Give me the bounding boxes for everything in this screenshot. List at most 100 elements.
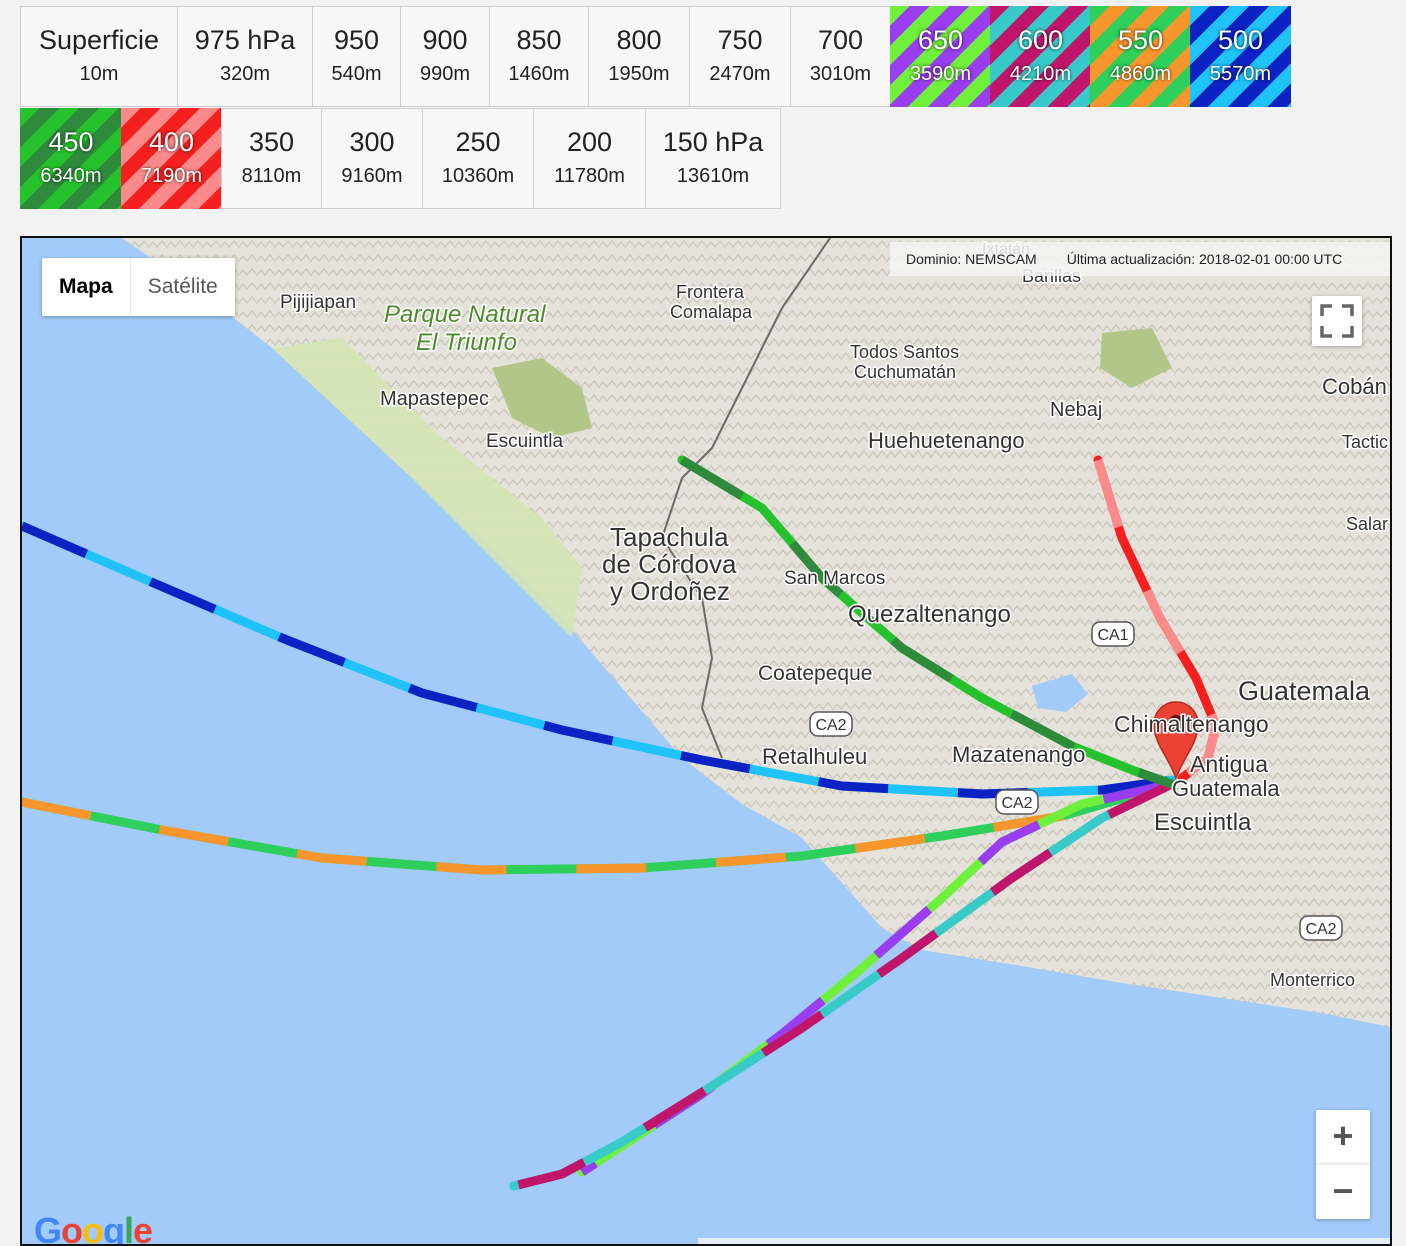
level-button[interactable]: 200 11780m xyxy=(533,108,646,209)
level-pressure-label: 975 hPa xyxy=(194,24,296,55)
place-label: Mazatenango xyxy=(952,742,1085,767)
level-pressure-label: 700 xyxy=(817,24,864,55)
level-button[interactable]: Superficie 10m xyxy=(20,6,178,107)
highway-shield: CA2 xyxy=(809,711,853,737)
level-button[interactable]: 700 3010m xyxy=(790,6,891,107)
level-height-label: 11780m xyxy=(554,164,625,187)
fullscreen-icon xyxy=(1320,304,1354,338)
level-pressure-label: 150 hPa xyxy=(662,126,764,157)
level-button[interactable]: 250 10360m xyxy=(422,108,534,209)
place-label: Escuintla xyxy=(1154,809,1252,836)
level-pressure-label: 450 xyxy=(48,126,94,157)
level-height-label: 13610m xyxy=(676,164,750,187)
level-pressure-label: 500 xyxy=(1217,24,1264,55)
place-label: y Ordoñez xyxy=(610,576,730,606)
trajectory-map[interactable]: Pijijiapan Frontera Comalapa Todos Santos Cu… xyxy=(20,236,1392,1246)
level-pressure-label: 600 xyxy=(1017,24,1064,55)
map-type-satellite-button[interactable]: Satélite xyxy=(131,258,235,316)
level-height-label: 5570m xyxy=(1209,62,1272,85)
place-label: Salar xyxy=(1346,514,1388,534)
highway-shield-label: CA2 xyxy=(1001,795,1032,812)
level-height-label: 320m xyxy=(219,62,271,85)
level-button[interactable]: 300 9160m xyxy=(321,108,423,209)
level-button[interactable]: 500 5570m xyxy=(1190,6,1291,107)
level-height-label: 9160m xyxy=(341,164,403,187)
level-pressure-label: 300 xyxy=(349,126,395,157)
level-button[interactable]: 550 4860m xyxy=(1090,6,1191,107)
zoom-in-button[interactable]: + xyxy=(1316,1110,1370,1164)
place-label: Comalapa xyxy=(670,302,753,322)
place-label: Antigua xyxy=(1190,751,1268,777)
park-label: Parque Natural xyxy=(384,301,546,328)
level-button[interactable]: 750 2470m xyxy=(689,6,791,107)
level-button[interactable]: 150 hPa 13610m xyxy=(645,108,781,209)
place-label: Quezaltenango xyxy=(848,601,1011,628)
place-label: Cobán xyxy=(1322,374,1387,399)
level-pressure-label: Superficie xyxy=(38,24,160,55)
highway-shield: CA2 xyxy=(995,789,1039,815)
level-button[interactable]: 600 4210m xyxy=(990,6,1091,107)
place-label: Mapastepec xyxy=(380,388,489,410)
place-label: Monterrico xyxy=(1270,970,1355,990)
level-height-label: 990m xyxy=(419,62,471,85)
fullscreen-button[interactable] xyxy=(1312,296,1362,346)
land-layer xyxy=(122,238,1390,1028)
zoom-out-button[interactable]: − xyxy=(1316,1164,1370,1219)
place-label: Pijijiapan xyxy=(280,292,356,313)
level-selector-row-2: 450 6340m 400 7190m 350 8110m 300 9160m 250 10360… xyxy=(20,108,781,209)
highway-shield: CA2 xyxy=(1299,915,1343,941)
highway-shield-label: CA1 xyxy=(1097,627,1128,644)
level-height-label: 6340m xyxy=(40,164,102,187)
map-attribution xyxy=(698,1238,1390,1244)
level-height-label: 3010m xyxy=(809,62,872,85)
level-button[interactable]: 400 7190m xyxy=(121,108,222,209)
info-bar: Dominio: NEMSCAM Última actualización: 2… xyxy=(890,242,1390,276)
level-button[interactable]: 450 6340m xyxy=(20,108,122,209)
place-label: Guatemala xyxy=(1172,776,1280,801)
level-height-label: 8110m xyxy=(241,164,302,187)
level-height-label: 10360m xyxy=(441,164,515,187)
level-height-label: 2470m xyxy=(709,62,771,85)
level-height-label: 3590m xyxy=(909,62,972,85)
level-button[interactable]: 900 990m xyxy=(400,6,490,107)
place-label: Nebaj xyxy=(1050,399,1102,421)
level-pressure-label: 900 xyxy=(422,24,468,55)
level-height-label: 4210m xyxy=(1009,62,1072,85)
level-button[interactable]: 350 8110m xyxy=(221,108,322,209)
place-label: Huehuetenango xyxy=(868,428,1025,453)
google-logo: Google xyxy=(34,1210,153,1246)
domain-label: Dominio: NEMSCAM xyxy=(906,251,1037,267)
park-label: El Triunfo xyxy=(416,329,517,356)
level-button[interactable]: 650 3590m xyxy=(890,6,991,107)
level-height-label: 540m xyxy=(331,62,382,85)
level-height-label: 10m xyxy=(79,62,119,85)
level-pressure-label: 800 xyxy=(616,24,662,55)
level-pressure-label: 250 xyxy=(455,126,501,157)
level-pressure-label: 350 xyxy=(248,126,295,157)
place-label: Tactic xyxy=(1342,432,1388,452)
highway-shield-label: CA2 xyxy=(1305,921,1336,938)
place-label: Escuintla xyxy=(486,431,564,452)
level-button[interactable]: 850 1460m xyxy=(489,6,589,107)
level-button[interactable]: 975 hPa 320m xyxy=(177,6,313,107)
place-label: Chimaltenango xyxy=(1114,711,1269,737)
map-type-map-button[interactable]: Mapa xyxy=(42,258,131,316)
level-height-label: 7190m xyxy=(140,164,203,187)
place-label: Cuchumatán xyxy=(854,362,956,382)
place-label: Guatemala xyxy=(1238,676,1371,706)
level-pressure-label: 950 xyxy=(333,24,380,55)
level-pressure-label: 750 xyxy=(717,24,763,55)
level-button[interactable]: 950 540m xyxy=(312,6,401,107)
highway-shield: CA1 xyxy=(1091,621,1135,647)
place-label: Frontera xyxy=(676,282,745,302)
level-height-label: 4860m xyxy=(1109,62,1172,85)
level-pressure-label: 850 xyxy=(516,24,562,55)
level-pressure-label: 400 xyxy=(148,126,195,157)
map-canvas[interactable]: Pijijiapan FronteraComalapa Todos SantosCu… xyxy=(22,238,1392,1246)
place-label: San Marcos xyxy=(784,568,885,589)
level-pressure-label: 650 xyxy=(917,24,964,55)
place-label: Retalhuleu xyxy=(762,744,867,769)
place-label: Coatepeque xyxy=(758,662,872,685)
level-button[interactable]: 800 1950m xyxy=(588,6,690,107)
level-height-label: 1460m xyxy=(508,62,570,85)
